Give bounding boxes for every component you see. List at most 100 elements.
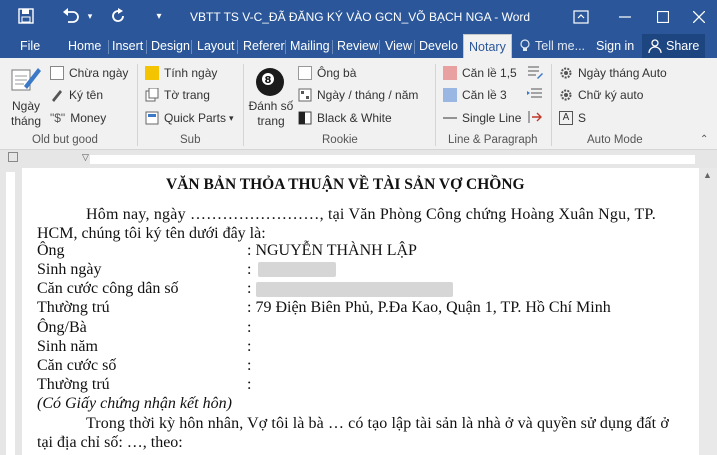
dollar-icon: "$" [50, 111, 66, 125]
field-value: : [247, 319, 252, 336]
ribbon-options-icon[interactable] [566, 4, 596, 30]
black-white-button[interactable]: Black & White [298, 109, 392, 127]
paragraph-line-1: Trong thời kỳ hôn nhân, Vợ tôi là bà … c… [86, 415, 669, 432]
collapse-ribbon-icon[interactable]: ⌃ [700, 134, 708, 145]
tab-insert[interactable]: Insert [112, 34, 143, 58]
tinh-ngay-button[interactable]: Tính ngày [145, 64, 217, 82]
paragraph-settings-icon[interactable] [527, 64, 543, 80]
group-sub-label: Sub [180, 134, 201, 146]
field-value: : 79 Điện Biên Phủ, P.Đa Kao, Quận 1, TP… [247, 299, 611, 316]
tab-file[interactable]: File [20, 34, 40, 58]
maximize-icon[interactable] [648, 4, 678, 30]
gear-icon [559, 88, 573, 102]
contrast-icon [298, 111, 312, 125]
quick-parts-icon [145, 111, 159, 125]
ribbon: Ngày tháng Chừa ngày Ký tên "$" Money Old… [0, 58, 717, 150]
field-label: Thường trú [37, 376, 110, 393]
pages-icon [145, 87, 159, 102]
line-spacing-icon [443, 111, 457, 125]
field-label: Ông [37, 242, 65, 259]
intro-line-2: HCM, chúng tôi ký tên dưới đây là: [37, 225, 266, 242]
margin-icon [443, 66, 457, 80]
ngay-thang-button[interactable]: Ngày tháng [6, 99, 46, 129]
redacted-value [256, 282, 453, 297]
gear-icon [559, 66, 573, 80]
group-old-but-good-label: Old but good [32, 134, 98, 146]
field-value: : [247, 338, 252, 355]
s-button[interactable]: AS [559, 109, 586, 127]
quick-parts-button[interactable]: Quick Parts ▾ [145, 109, 234, 127]
indent-marker-icon[interactable]: ▽ [82, 152, 89, 163]
field-value: : NGUYỄN THÀNH LẬP [247, 242, 417, 259]
field-label: Ông/Bà [37, 319, 87, 336]
chua-ngay-button[interactable]: Chừa ngày [50, 64, 128, 82]
scroll-up-icon[interactable]: ▲ [703, 170, 712, 180]
can-le-15-button[interactable]: Căn lề 1,5 [443, 64, 517, 82]
minimize-icon[interactable] [610, 4, 640, 30]
single-line-button[interactable]: Single Line [443, 109, 521, 127]
tab-design[interactable]: Design [151, 34, 190, 58]
lightbulb-icon [520, 39, 530, 51]
repeat-icon[interactable] [108, 6, 128, 26]
field-label: Căn cước số [37, 357, 117, 374]
group-line-paragraph-label: Line & Paragraph [448, 134, 538, 146]
tab-selector-icon[interactable] [8, 152, 18, 162]
title-bar: ▾ ▾ VBTT TS V-C_ĐÃ ĐĂNG KÝ VÀO GCN_VÕ BẠ… [0, 0, 717, 34]
share-label: Share [666, 39, 700, 53]
page-icon [50, 66, 64, 80]
field-value: : [247, 376, 252, 393]
paragraph-line-2: tại địa chỉ số: …, theo: [37, 434, 183, 451]
chu-ky-auto-button[interactable]: Chữ ký auto [559, 86, 643, 104]
undo-icon[interactable] [60, 6, 82, 26]
field-value: : [247, 357, 252, 374]
tab-home[interactable]: Home [68, 34, 101, 58]
vertical-ruler-text-area [6, 172, 15, 455]
ngay-thang-nam-button[interactable]: Ngày / tháng / năm [298, 86, 418, 104]
group-rookie-label: Rookie [322, 134, 358, 146]
danh-so-trang-button[interactable]: Đánh số trang [248, 99, 294, 129]
marriage-note: (Có Giấy chứng nhận kết hôn) [37, 395, 232, 412]
ngay-thang-auto-button[interactable]: Ngày tháng Auto [559, 64, 667, 82]
ky-ten-button[interactable]: Ký tên [50, 86, 103, 104]
tab-references[interactable]: Referer [243, 34, 285, 58]
can-le-3-button[interactable]: Căn lề 3 [443, 86, 507, 104]
person-icon [648, 39, 662, 53]
document-heading: VĂN BẢN THỎA THUẬN VỀ TÀI SẢN VỢ CHỒNG [166, 176, 525, 193]
undo-dropdown-icon[interactable]: ▾ [84, 6, 96, 26]
yellow-square-icon [145, 66, 159, 80]
share-button[interactable]: Share [642, 34, 706, 58]
pencil-calendar-icon[interactable] [10, 64, 42, 94]
to-trang-button[interactable]: Tờ trang [145, 86, 210, 104]
customize-toolbar-icon[interactable]: ▾ [150, 6, 168, 26]
field-label: Sinh ngày [37, 261, 102, 278]
field-value: : [247, 280, 252, 297]
close-icon[interactable] [684, 4, 714, 30]
tab-review[interactable]: Review [337, 34, 378, 58]
sign-in-link[interactable]: Sign in [596, 34, 634, 58]
save-icon[interactable] [16, 6, 36, 26]
pen-icon [50, 88, 64, 102]
tab-developer[interactable]: Develo [419, 34, 458, 58]
redacted-value [258, 262, 336, 277]
intro-line-1: Hôm nay, ngày ……………………, tại Văn Phòng Cô… [86, 206, 656, 223]
money-button[interactable]: "$" Money [50, 109, 106, 127]
calendar-icon [298, 88, 312, 102]
tab-view[interactable]: View [385, 34, 412, 58]
chevron-down-icon: ▾ [229, 112, 234, 123]
margin-icon [443, 88, 457, 102]
eight-ball-icon[interactable]: 8 [255, 67, 285, 97]
ribbon-tabs: File Home Insert Design Layout Referer M… [0, 34, 717, 58]
tab-mailings[interactable]: Mailing [290, 34, 330, 58]
a-box-icon: A [559, 111, 573, 125]
tab-notary[interactable]: Notary [463, 34, 512, 58]
indent-icon[interactable] [527, 86, 543, 102]
line-arrow-icon[interactable] [527, 109, 543, 125]
tell-me-text: Tell me... [535, 39, 586, 53]
ong-ba-button[interactable]: Ông bà [298, 64, 356, 82]
field-value: : [247, 261, 252, 278]
svg-text:8: 8 [265, 75, 272, 86]
tell-me-box[interactable]: Tell me... [518, 34, 585, 58]
tab-layout[interactable]: Layout [197, 34, 235, 58]
vertical-scrollbar[interactable]: ▲ [699, 168, 717, 455]
page-icon [298, 66, 312, 80]
